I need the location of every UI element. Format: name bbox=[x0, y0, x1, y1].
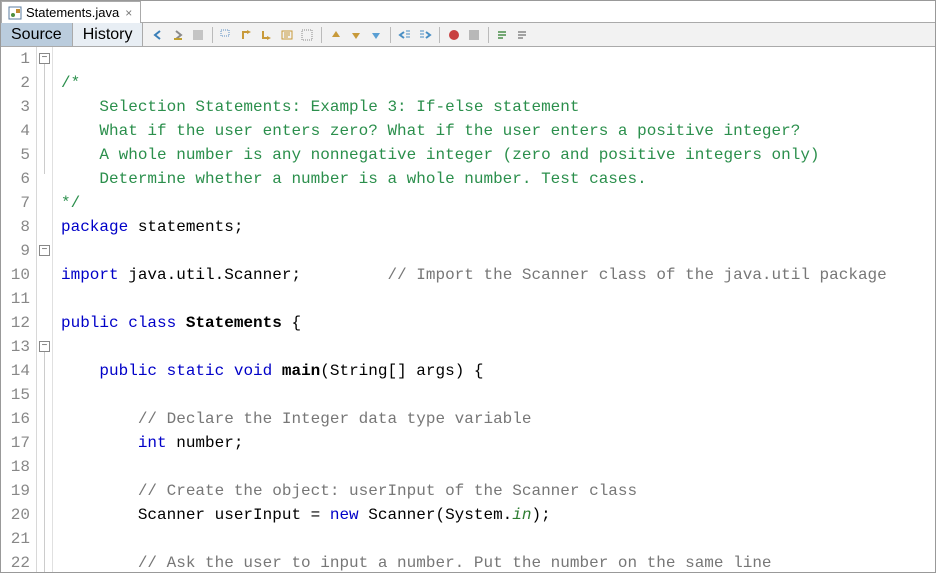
toolbar-separator bbox=[439, 27, 440, 43]
fold-toggle-icon[interactable]: − bbox=[39, 53, 50, 64]
fold-toggle-icon[interactable]: − bbox=[39, 341, 50, 352]
line-number: 8 bbox=[1, 215, 30, 239]
toolbar-separator bbox=[212, 27, 213, 43]
toolbar-separator bbox=[488, 27, 489, 43]
line-number: 3 bbox=[1, 95, 30, 119]
close-tab-icon[interactable]: × bbox=[123, 7, 134, 19]
line-number: 14 bbox=[1, 359, 30, 383]
find-selection-icon[interactable] bbox=[218, 26, 236, 44]
grey-square-icon[interactable] bbox=[189, 26, 207, 44]
line-number: 21 bbox=[1, 527, 30, 551]
code-comment: Selection Statements: Example 3: If-else… bbox=[61, 98, 579, 116]
code-comment: */ bbox=[61, 194, 80, 212]
toggle-highlight-icon[interactable] bbox=[278, 26, 296, 44]
nav-fwd-icon[interactable] bbox=[169, 26, 187, 44]
code-comment: A whole number is any nonnegative intege… bbox=[61, 146, 820, 164]
code-line bbox=[61, 338, 71, 356]
code-line: package statements; bbox=[61, 218, 243, 236]
code-line bbox=[61, 386, 71, 404]
toggle-bookmark-icon[interactable] bbox=[367, 26, 385, 44]
line-number: 13 bbox=[1, 335, 30, 359]
stop-macro-icon[interactable] bbox=[465, 26, 483, 44]
uncomment-icon[interactable] bbox=[514, 26, 532, 44]
code-line bbox=[61, 530, 71, 548]
file-tab[interactable]: Statements.java × bbox=[1, 1, 141, 23]
line-number: 16 bbox=[1, 407, 30, 431]
line-number: 22 bbox=[1, 551, 30, 572]
line-number-gutter: 1234567891011121314151617181920212223 bbox=[1, 47, 37, 572]
code-line: // Ask the user to input a number. Put t… bbox=[61, 554, 772, 572]
next-bookmark-icon[interactable] bbox=[347, 26, 365, 44]
code-line: // Create the object: userInput of the S… bbox=[61, 482, 637, 500]
code-comment: Determine whether a number is a whole nu… bbox=[61, 170, 647, 188]
line-number: 9 bbox=[1, 239, 30, 263]
code-line bbox=[61, 242, 71, 260]
line-number: 15 bbox=[1, 383, 30, 407]
code-line: public class Statements { bbox=[61, 314, 301, 332]
line-number: 2 bbox=[1, 71, 30, 95]
toolbar-separator bbox=[390, 27, 391, 43]
fold-guide bbox=[44, 352, 45, 572]
toolbar-separator bbox=[321, 27, 322, 43]
shift-left-icon[interactable] bbox=[396, 26, 414, 44]
line-number: 4 bbox=[1, 119, 30, 143]
fold-guide bbox=[44, 64, 45, 174]
toolbar-icons bbox=[143, 23, 935, 46]
code-comment: /* bbox=[61, 74, 80, 92]
line-number: 7 bbox=[1, 191, 30, 215]
line-number: 19 bbox=[1, 479, 30, 503]
code-line: Scanner userInput = new Scanner(System.i… bbox=[61, 506, 551, 524]
code-editor[interactable]: 1234567891011121314151617181920212223 − … bbox=[1, 47, 935, 572]
editor-toolbar: Source History bbox=[1, 23, 935, 47]
code-area[interactable]: /* Selection Statements: Example 3: If-e… bbox=[53, 47, 935, 572]
line-number: 18 bbox=[1, 455, 30, 479]
shift-right-icon[interactable] bbox=[416, 26, 434, 44]
file-tab-label: Statements.java bbox=[26, 5, 119, 20]
code-line bbox=[61, 458, 71, 476]
code-line: import java.util.Scanner; // Import the … bbox=[61, 266, 887, 284]
code-line: int number; bbox=[61, 434, 243, 452]
line-number: 5 bbox=[1, 143, 30, 167]
side-tabs: Source History bbox=[1, 23, 143, 46]
code-line bbox=[61, 290, 71, 308]
tab-history[interactable]: History bbox=[73, 23, 144, 46]
code-comment: What if the user enters zero? What if th… bbox=[61, 122, 800, 140]
java-file-icon bbox=[8, 6, 22, 20]
nav-back-icon[interactable] bbox=[149, 26, 167, 44]
line-number: 20 bbox=[1, 503, 30, 527]
line-number: 11 bbox=[1, 287, 30, 311]
fold-toggle-icon[interactable]: − bbox=[39, 245, 50, 256]
tab-strip: Statements.java × bbox=[1, 1, 935, 23]
start-macro-icon[interactable] bbox=[445, 26, 463, 44]
find-prev-icon[interactable] bbox=[238, 26, 256, 44]
comment-icon[interactable] bbox=[494, 26, 512, 44]
line-number: 17 bbox=[1, 431, 30, 455]
line-number: 6 bbox=[1, 167, 30, 191]
code-line: public static void main(String[] args) { bbox=[61, 362, 484, 380]
code-line: // Declare the Integer data type variabl… bbox=[61, 410, 531, 428]
line-number: 1 bbox=[1, 47, 30, 71]
tab-source[interactable]: Source bbox=[1, 23, 73, 46]
fold-column: − − − bbox=[37, 47, 53, 572]
line-number: 10 bbox=[1, 263, 30, 287]
line-number: 12 bbox=[1, 311, 30, 335]
dotted-box-icon[interactable] bbox=[298, 26, 316, 44]
find-next-icon[interactable] bbox=[258, 26, 276, 44]
prev-bookmark-icon[interactable] bbox=[327, 26, 345, 44]
